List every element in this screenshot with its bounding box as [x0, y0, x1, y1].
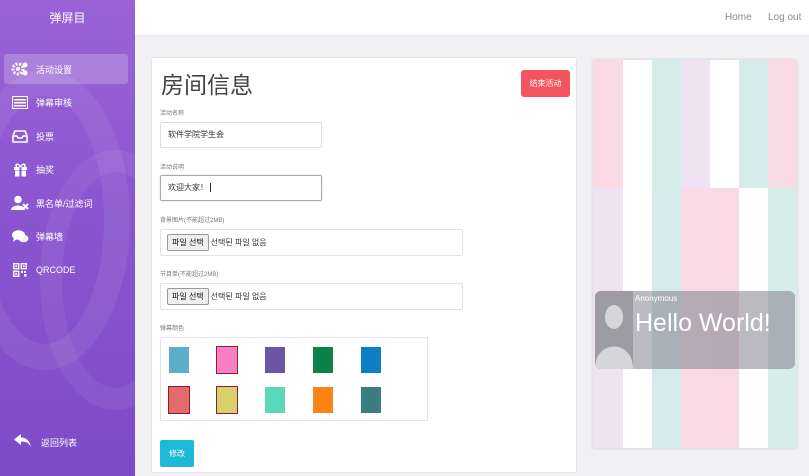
comments-icon: [11, 229, 29, 245]
sidebar-item-label: 弹幕审核: [36, 98, 73, 108]
sidebar-item-lottery[interactable]: 抽奖: [4, 155, 128, 185]
user-block-icon: [11, 195, 29, 211]
background-image-file-input[interactable]: 파일 선택 선택된 파일 없음: [160, 229, 463, 256]
background-stripe: [738, 60, 769, 448]
background-stripe: [593, 60, 623, 448]
logout-link[interactable]: Log out: [768, 12, 801, 23]
color-swatch[interactable]: [265, 387, 285, 413]
danmu-sender: Anonymous: [635, 294, 678, 303]
qrcode-icon: [11, 262, 29, 278]
inbox-icon: [11, 128, 29, 144]
sidebar: 弹屏目 活动设置 弹幕审核 投票 抽奖 黑名单/过滤词 弹幕墙 QRCODE 返…: [0, 0, 135, 476]
sidebar-item-activity-settings[interactable]: 活动设置: [4, 54, 128, 84]
top-navbar: Home Log out: [135, 0, 809, 36]
background-image-label: 背景图片(不能超过2MB): [160, 218, 225, 224]
anonymous-avatar-icon: [595, 291, 633, 369]
color-swatch[interactable]: [265, 347, 285, 373]
danmu-color-label: 弹幕颜色: [160, 326, 185, 332]
background-stripe: [651, 60, 681, 448]
sidebar-item-blacklist[interactable]: 黑名单/过滤词: [4, 188, 128, 218]
activity-description-input[interactable]: 欢迎大家！: [160, 175, 322, 201]
color-palette: [160, 337, 428, 421]
danmu-text: Hello World!: [635, 309, 771, 337]
page-title: 房间信息: [161, 72, 253, 98]
sidebar-item-label: 黑名单/过滤词: [36, 198, 93, 209]
sidebar-item-danmu-wall[interactable]: 弹幕墙: [4, 222, 128, 252]
sidebar-item-label: 投票: [36, 131, 55, 142]
color-swatch[interactable]: [168, 386, 190, 414]
color-swatch[interactable]: [216, 346, 238, 374]
color-swatch[interactable]: [361, 387, 381, 413]
back-to-list-link[interactable]: 返回列表: [14, 434, 77, 450]
sidebar-item-label: 弹幕墙: [36, 232, 64, 242]
program-list-label: 节目单(不能超过2MB): [160, 272, 219, 278]
activity-name-label: 活动名称: [160, 111, 185, 117]
file-name-text: 선택된 파일 없음: [210, 238, 267, 247]
submit-edit-button[interactable]: 修改: [160, 440, 194, 467]
gift-icon: [11, 162, 29, 178]
color-swatch[interactable]: [361, 347, 381, 373]
background-stripe: [709, 60, 740, 448]
sidebar-item-vote[interactable]: 投票: [4, 121, 128, 151]
color-swatch[interactable]: [169, 347, 189, 373]
app-brand[interactable]: 弹屏目: [0, 0, 135, 36]
home-link[interactable]: Home: [725, 12, 752, 23]
color-swatch[interactable]: [216, 386, 238, 414]
sidebar-item-qrcode[interactable]: QRCODE: [4, 255, 128, 285]
sidebar-item-label: 抽奖: [36, 165, 55, 175]
danmu-message-bubble: Anonymous Hello World!: [595, 291, 795, 369]
choose-file-button[interactable]: 파일 선택: [167, 288, 209, 305]
file-name-text: 선택된 파일 없음: [210, 292, 267, 301]
gears-icon: [11, 61, 29, 77]
background-stripe: [680, 60, 711, 448]
color-swatch[interactable]: [313, 387, 333, 413]
list-icon: [11, 95, 29, 111]
program-list-file-input[interactable]: 파일 선택 선택된 파일 없음: [160, 283, 463, 310]
end-activity-button[interactable]: 结束活动: [521, 70, 570, 97]
back-label: 返回列表: [41, 437, 78, 448]
color-swatch[interactable]: [313, 347, 333, 373]
background-stripe: [622, 60, 652, 448]
choose-file-button[interactable]: 파일 선택: [167, 234, 209, 251]
room-info-card: 房间信息 结束活动 活动名称 软件学院学生会 活动说明 欢迎大家！ 背景图片(不…: [151, 57, 577, 473]
sidebar-nav: 活动设置 弹幕审核 投票 抽奖 黑名单/过滤词 弹幕墙 QRCODE: [4, 54, 128, 289]
background-stripe: [767, 60, 797, 448]
danmu-preview: Anonymous Hello World!: [593, 60, 797, 448]
reply-arrow-icon: [14, 434, 34, 450]
activity-description-label: 活动说明: [160, 165, 185, 171]
sidebar-item-label: QRCODE: [36, 265, 76, 275]
sidebar-item-label: 活动设置: [36, 64, 73, 75]
sidebar-item-danmu-review[interactable]: 弹幕审核: [4, 88, 128, 118]
activity-name-input[interactable]: 软件学院学生会: [160, 122, 322, 148]
